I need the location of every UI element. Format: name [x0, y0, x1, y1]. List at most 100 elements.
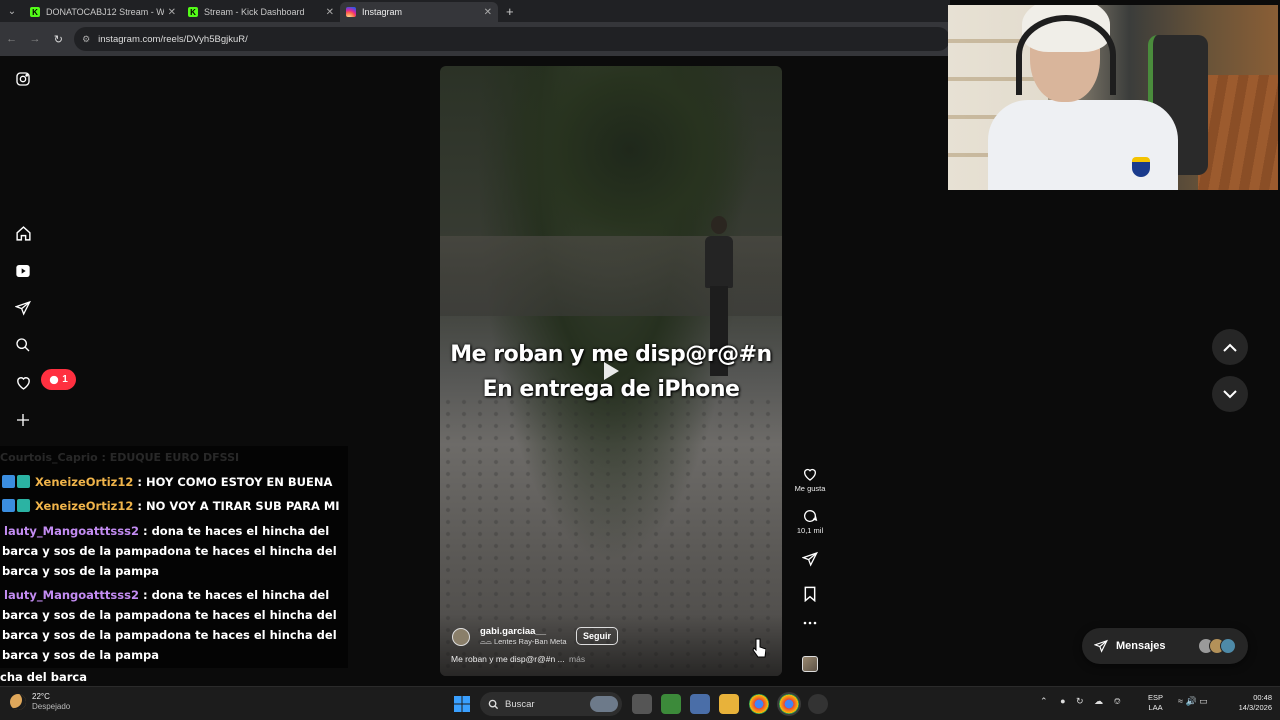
search-icon[interactable]: [13, 335, 33, 355]
og-badge-icon: [17, 499, 30, 512]
close-icon[interactable]: ✕: [168, 7, 176, 18]
new-tab-button[interactable]: +: [506, 4, 514, 19]
comments-button[interactable]: 10,1 mil: [786, 508, 834, 535]
widgets-icon[interactable]: [661, 694, 681, 714]
create-plus-icon[interactable]: [13, 410, 33, 430]
taskbar-search[interactable]: Buscar: [480, 692, 622, 716]
tray-app-icon[interactable]: ●: [1060, 696, 1065, 706]
reel-author[interactable]: gabi.garciaa__ ⌓⌓ Lentes Ray-Ban Meta: [452, 626, 567, 647]
messages-button[interactable]: Mensajes: [1082, 628, 1248, 664]
instagram-icon: [346, 7, 356, 17]
search-icon: [488, 699, 499, 709]
close-icon[interactable]: ✕: [326, 7, 334, 18]
microphone-icon[interactable]: ⎊: [1114, 696, 1121, 706]
glasses-icon: ⌓⌓: [480, 637, 494, 646]
weather-desc: Despejado: [32, 702, 71, 711]
webcam-streamer-shirt: [988, 100, 1178, 190]
taskbar-search-placeholder: Buscar: [505, 698, 535, 710]
volume-icon: 🔊: [1185, 696, 1197, 706]
windows-start-icon[interactable]: [452, 694, 472, 714]
audio-thumbnail[interactable]: [802, 656, 818, 672]
close-icon[interactable]: ✕: [484, 7, 492, 18]
previous-reel-button[interactable]: [1212, 329, 1248, 365]
lang-line1: ESP: [1148, 693, 1164, 702]
system-tray[interactable]: ⌃ ● ↻ ☁ ⎊: [1040, 696, 1121, 707]
calculator-icon[interactable]: [690, 694, 710, 714]
weather-widget[interactable]: 22°C Despejado: [10, 692, 70, 712]
notification-badge[interactable]: 1: [41, 369, 76, 390]
tab-search-chevron-icon[interactable]: ⌄: [0, 0, 24, 22]
instagram-logo-icon[interactable]: [13, 69, 33, 89]
tab-kick-stream[interactable]: K DONATOCABJ12 Stream - Watc ✕: [24, 2, 182, 22]
sync-icon[interactable]: ↻: [1076, 696, 1084, 706]
messages-avatars: [1198, 638, 1236, 654]
chat-username: lauty_Mangoatttsss2: [4, 588, 139, 602]
chat-badges: [2, 475, 32, 488]
webcam-overlay: [948, 5, 1278, 190]
direct-messages-icon: [1094, 639, 1108, 653]
lang-line2: LAA: [1148, 703, 1163, 712]
forward-arrow-icon[interactable]: →: [23, 33, 46, 45]
moon-icon: [10, 694, 26, 710]
notifications-heart-icon[interactable]: [13, 372, 33, 392]
chat-text: : NO VOY A TIRAR SUB PARA MI: [137, 499, 340, 513]
onedrive-icon[interactable]: ☁: [1094, 696, 1103, 706]
next-reel-button[interactable]: [1212, 376, 1248, 412]
comments-count: 10,1 mil: [796, 526, 824, 535]
reload-icon[interactable]: ↻: [47, 33, 70, 46]
share-icon: [802, 551, 818, 567]
reels-icon[interactable]: [13, 261, 33, 281]
address-bar: ← → ↻ ⚙ instagram.com/reels/DVyh5BgjkuR/: [0, 22, 951, 56]
hand-cursor-icon: [752, 638, 766, 658]
share-button[interactable]: [786, 551, 834, 567]
chat-message: XeneizeOrtiz12 : HOY COMO ESTOY EN BUENA: [2, 472, 346, 492]
bookmark-icon: [804, 586, 816, 602]
network-volume-icons[interactable]: ≈ 🔊 ▭: [1178, 696, 1208, 707]
chat-text: : HOY COMO ESTOY EN BUENA: [137, 475, 333, 489]
direct-messages-icon[interactable]: [13, 298, 33, 318]
battery-icon: ▭: [1199, 696, 1208, 706]
tab-kick-dashboard[interactable]: K Stream - Kick Dashboard ✕: [182, 2, 340, 22]
task-view-icon[interactable]: [632, 694, 652, 714]
windows-taskbar: 22°C Despejado Buscar ⌃ ● ↻ ☁ ⎊ ESP LAA …: [0, 686, 1280, 720]
input-language[interactable]: ESP LAA: [1148, 693, 1163, 713]
back-arrow-icon[interactable]: ←: [0, 33, 23, 45]
clock-time: 00:48: [1253, 693, 1272, 702]
reel-caption[interactable]: Me roban y me disp@r@#n ... más: [451, 654, 585, 664]
avatar[interactable]: [452, 627, 470, 646]
chrome-active-icon[interactable]: [779, 694, 799, 714]
search-highlight-icon: [590, 696, 618, 712]
chat-message: lauty_Mangoatttsss2 : dona te haces el h…: [2, 585, 346, 665]
site-info-icon[interactable]: ⚙: [82, 34, 90, 45]
home-icon[interactable]: [13, 223, 33, 243]
reel-video[interactable]: Me roban y me disp@r@#n En entrega de iP…: [440, 66, 782, 676]
author-username[interactable]: gabi.garciaa__: [480, 626, 567, 637]
og-badge-icon: [17, 475, 30, 488]
url-field[interactable]: ⚙ instagram.com/reels/DVyh5BgjkuR/: [74, 27, 951, 51]
tab-label: Stream - Kick Dashboard: [204, 7, 305, 17]
boca-crest-icon: [1132, 157, 1150, 177]
author-subtitle: Lentes Ray-Ban Meta: [493, 637, 567, 646]
caption-more-link[interactable]: más: [569, 654, 585, 664]
like-button[interactable]: Me gusta: [786, 466, 834, 493]
follow-button[interactable]: Seguir: [576, 627, 619, 645]
tab-instagram[interactable]: Instagram ✕: [340, 2, 498, 22]
chevron-up-icon[interactable]: ⌃: [1040, 696, 1048, 706]
play-icon[interactable]: [598, 358, 624, 384]
chat-username: lauty_Mangoatttsss2: [4, 524, 139, 538]
browser-tab-bar: ⌄ K DONATOCABJ12 Stream - Watc ✕ K Strea…: [0, 0, 950, 22]
subscriber-badge-icon: [2, 499, 15, 512]
save-button[interactable]: [786, 586, 834, 602]
more-options-button[interactable]: [786, 620, 834, 626]
comment-icon: [804, 510, 818, 522]
stream-chat-overlay: Courtois_Caprio : EDUQUE EURO DFSSI Xene…: [0, 446, 348, 668]
file-explorer-icon[interactable]: [719, 694, 739, 714]
chat-message: lauty_Mangoatttsss2 : dona te haces el h…: [2, 521, 346, 581]
weather-temp: 22°C: [32, 692, 50, 701]
chrome-icon[interactable]: [749, 694, 769, 714]
system-clock[interactable]: 00:48 14/3/2026: [1222, 693, 1272, 713]
subscriber-badge-icon: [2, 475, 15, 488]
messages-label: Mensajes: [1116, 640, 1166, 652]
app-icon[interactable]: [808, 694, 828, 714]
chevron-down-icon: [1223, 389, 1237, 398]
